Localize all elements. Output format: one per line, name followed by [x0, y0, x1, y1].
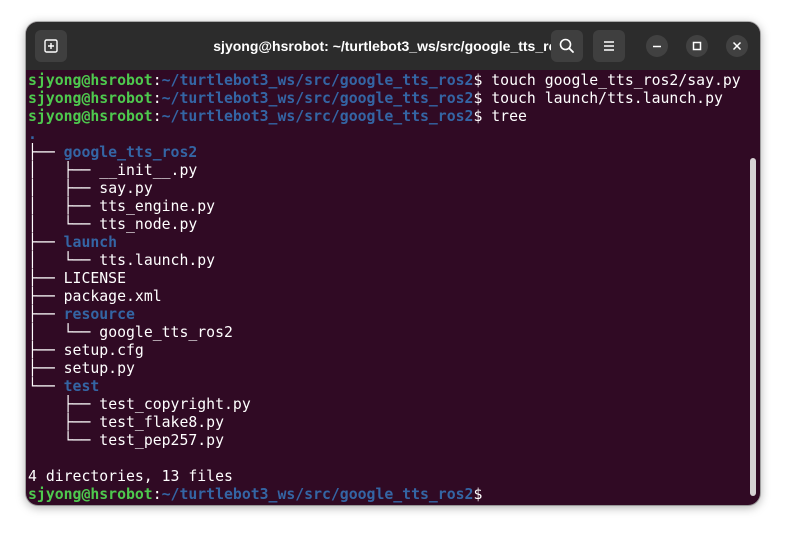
tree-line: └── test_pep257.py — [28, 432, 746, 450]
tree-line: . — [28, 126, 746, 144]
hamburger-menu-icon — [604, 41, 614, 51]
tree-summary: 4 directories, 13 files — [28, 468, 233, 485]
prompt-colon: : — [152, 72, 162, 89]
tree-summary-line: 4 directories, 13 files — [28, 468, 746, 486]
prompt-colon: : — [152, 108, 162, 125]
tree-line: ├── test_flake8.py — [28, 414, 746, 432]
tree-file: LICENSE — [63, 270, 126, 287]
close-icon — [732, 41, 742, 51]
tree-branch: │ └── — [28, 216, 100, 233]
tree-branch: ├── — [28, 396, 100, 413]
tree-file: setup.py — [63, 360, 135, 377]
tree-file: tts_engine.py — [99, 198, 216, 215]
tree-line: ├── setup.py — [28, 360, 746, 378]
prompt-colon: : — [152, 90, 162, 107]
minimize-button[interactable] — [646, 35, 668, 57]
tree-file: say.py — [99, 180, 153, 197]
tree-directory: launch — [63, 234, 118, 251]
prompt-path: ~/turtlebot3_ws/src/google_tts_ros2 — [161, 108, 474, 125]
prompt-user: sjyong@hsrobot — [28, 108, 153, 125]
tree-line: ├── package.xml — [28, 288, 746, 306]
tree-file: tts.launch.py — [99, 252, 216, 269]
prompt-path: ~/turtlebot3_ws/src/google_tts_ros2 — [161, 90, 474, 107]
tree-branch: └── — [28, 378, 64, 395]
terminal-output[interactable]: sjyong@hsrobot:~/turtlebot3_ws/src/googl… — [26, 70, 746, 505]
tree-branch: │ ├── — [28, 162, 100, 179]
tree-file: package.xml — [63, 288, 162, 305]
prompt-path: ~/turtlebot3_ws/src/google_tts_ros2 — [161, 72, 474, 89]
tree-directory: . — [28, 126, 37, 143]
tree-line: ├── LICENSE — [28, 270, 746, 288]
search-icon — [559, 38, 574, 53]
tree-file: test_copyright.py — [99, 396, 251, 413]
tree-branch: └── — [28, 432, 100, 449]
tree-line: │ └── google_tts_ros2 — [28, 324, 746, 342]
tree-branch: ├── — [28, 414, 100, 431]
tree-file: test_pep257.py — [99, 432, 224, 449]
tree-branch: ├── — [28, 306, 64, 323]
tree-line: ├── test_copyright.py — [28, 396, 746, 414]
prompt-dollar: $ — [473, 486, 483, 503]
tree-line: ├── resource — [28, 306, 746, 324]
tree-line: ├── launch — [28, 234, 746, 252]
tree-branch: │ └── — [28, 252, 100, 269]
menu-button[interactable] — [593, 30, 625, 62]
search-button[interactable] — [551, 30, 583, 62]
tree-branch: ├── — [28, 288, 64, 305]
tree-line: │ ├── __init__.py — [28, 162, 746, 180]
tree-file: test_flake8.py — [99, 414, 224, 431]
tree-line: │ └── tts_node.py — [28, 216, 746, 234]
prompt-user: sjyong@hsrobot — [28, 486, 153, 503]
command-text: touch google_tts_ros2/say.py — [482, 72, 741, 89]
prompt-user: sjyong@hsrobot — [28, 72, 153, 89]
tree-branch: ├── — [28, 342, 64, 359]
command-text: touch launch/tts.launch.py — [482, 90, 723, 107]
tree-directory: test — [63, 378, 100, 395]
terminal-window: sjyong@hsrobot: ~/turtlebot3_ws/src/goog… — [26, 22, 760, 505]
prompt-line: sjyong@hsrobot:~/turtlebot3_ws/src/googl… — [28, 72, 746, 90]
tree-branch: │ ├── — [28, 180, 100, 197]
tree-directory: resource — [63, 306, 135, 323]
prompt-line: sjyong@hsrobot:~/turtlebot3_ws/src/googl… — [28, 90, 746, 108]
tree-file: setup.cfg — [63, 342, 144, 359]
tree-line: ├── setup.cfg — [28, 342, 746, 360]
tree-line: │ └── tts.launch.py — [28, 252, 746, 270]
tree-branch: ├── — [28, 144, 64, 161]
tree-branch: │ └── — [28, 324, 100, 341]
tree-branch: ├── — [28, 234, 64, 251]
tree-branch: ├── — [28, 360, 64, 377]
tree-file: google_tts_ros2 — [99, 324, 233, 341]
tree-file: tts_node.py — [99, 216, 198, 233]
prompt-line: sjyong@hsrobot:~/turtlebot3_ws/src/googl… — [28, 108, 746, 126]
prompt-colon: : — [152, 486, 162, 503]
command-text: tree — [482, 108, 527, 125]
maximize-button[interactable] — [686, 35, 708, 57]
tree-file: __init__.py — [99, 162, 198, 179]
tree-line: │ ├── tts_engine.py — [28, 198, 746, 216]
maximize-icon — [692, 41, 702, 51]
close-button[interactable] — [726, 35, 748, 57]
prompt-path: ~/turtlebot3_ws/src/google_tts_ros2 — [161, 486, 474, 503]
tree-line: └── test — [28, 378, 746, 396]
tree-line: ├── google_tts_ros2 — [28, 144, 746, 162]
prompt-user: sjyong@hsrobot — [28, 90, 153, 107]
tree-directory: google_tts_ros2 — [63, 144, 198, 161]
minimize-icon — [653, 45, 661, 48]
prompt-line: sjyong@hsrobot:~/turtlebot3_ws/src/googl… — [28, 486, 746, 504]
tree-branch: ├── — [28, 270, 64, 287]
scrollbar[interactable] — [750, 158, 756, 496]
title-bar[interactable]: sjyong@hsrobot: ~/turtlebot3_ws/src/goog… — [26, 22, 760, 70]
tree-line: │ ├── say.py — [28, 180, 746, 198]
tree-branch: │ ├── — [28, 198, 100, 215]
